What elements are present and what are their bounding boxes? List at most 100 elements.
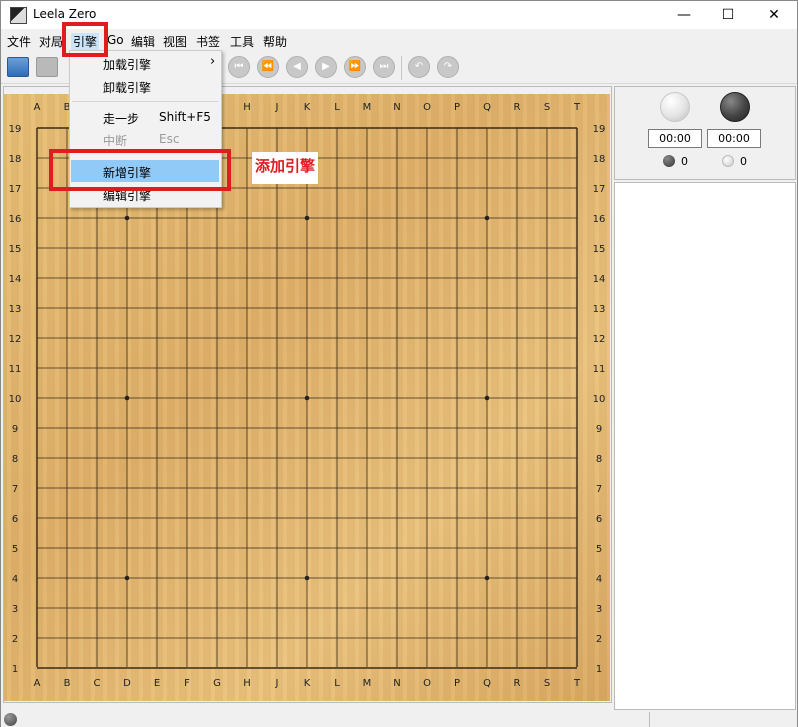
menu-edit[interactable]: 编辑	[131, 33, 155, 50]
row-label: 2	[596, 634, 602, 645]
column-label: T	[573, 678, 581, 689]
black-captures: 0	[681, 155, 688, 168]
star-point	[124, 575, 130, 581]
menu-help[interactable]: 帮助	[263, 33, 287, 50]
menu-item-step[interactable]: 走一步	[103, 110, 139, 127]
column-label: M	[363, 678, 372, 689]
menu-item-step-shortcut: Shift+F5	[159, 110, 211, 124]
menu-bookmarks[interactable]: 书签	[196, 33, 220, 50]
highlight-box-engine-menu	[62, 22, 108, 57]
row-label: 4	[12, 574, 18, 585]
close-button[interactable]: ✕	[751, 1, 797, 29]
row-label: 15	[593, 244, 606, 255]
row-label: 17	[9, 184, 22, 195]
star-point	[124, 215, 130, 221]
menu-separator	[72, 101, 219, 102]
row-label: 13	[9, 304, 22, 315]
row-label: 17	[593, 184, 606, 195]
column-label: H	[243, 678, 251, 689]
row-label: 11	[593, 364, 606, 375]
column-label: T	[573, 102, 581, 113]
row-label: 13	[593, 304, 606, 315]
column-label: A	[34, 678, 41, 689]
undo-icon[interactable]: ↶	[408, 56, 430, 78]
menu-item-load-engine[interactable]: 加载引擎	[103, 56, 151, 73]
first-move-icon[interactable]: ⏮	[228, 56, 250, 78]
column-label: L	[334, 678, 340, 689]
forward-one-icon[interactable]: ▶	[315, 56, 337, 78]
back-one-icon[interactable]: ◀	[286, 56, 308, 78]
row-label: 12	[9, 334, 22, 345]
column-label: G	[213, 678, 221, 689]
row-label: 14	[593, 274, 606, 285]
toolbar-separator	[401, 56, 402, 80]
column-label: L	[334, 102, 340, 113]
last-move-icon[interactable]: ⏭	[373, 56, 395, 78]
star-point	[484, 215, 490, 221]
redo-icon[interactable]: ↷	[437, 56, 459, 78]
star-point	[484, 395, 490, 401]
column-label: A	[34, 102, 41, 113]
star-point	[304, 215, 310, 221]
status-bar	[1, 710, 797, 727]
menu-item-interrupt-shortcut: Esc	[159, 132, 180, 146]
column-label: N	[393, 102, 400, 113]
row-label: 5	[12, 544, 18, 555]
row-label: 3	[12, 604, 18, 615]
row-label: 5	[596, 544, 602, 555]
column-label: R	[514, 678, 521, 689]
column-label: H	[243, 102, 251, 113]
column-label: K	[304, 102, 311, 113]
row-label: 16	[9, 214, 22, 225]
column-label: R	[514, 102, 521, 113]
comment-area[interactable]	[614, 182, 796, 710]
star-point	[304, 575, 310, 581]
row-label: 9	[12, 424, 18, 435]
row-label: 3	[596, 604, 602, 615]
column-label: M	[363, 102, 372, 113]
back-ten-icon[interactable]: ⏪	[257, 56, 279, 78]
star-point	[124, 395, 130, 401]
menu-game[interactable]: 对局	[39, 33, 63, 50]
column-label: P	[454, 678, 460, 689]
row-label: 7	[596, 484, 602, 495]
save-file-icon[interactable]	[36, 57, 58, 77]
row-label: 8	[12, 454, 18, 465]
row-label: 15	[9, 244, 22, 255]
menu-tools[interactable]: 工具	[230, 33, 254, 50]
app-logo-icon	[10, 7, 27, 24]
row-label: 6	[12, 514, 18, 525]
row-label: 18	[9, 154, 22, 165]
row-label: 4	[596, 574, 602, 585]
menu-item-interrupt[interactable]: 中断	[103, 132, 127, 149]
menu-file[interactable]: 文件	[7, 33, 31, 50]
menu-item-unload-engine[interactable]: 卸载引擎	[103, 79, 151, 96]
column-label: Q	[483, 678, 491, 689]
maximize-button[interactable]: ☐	[705, 1, 751, 29]
app-window: Leela Zero — ☐ ✕ 文件 对局 引擎 Go 编辑 视图 书签 工具…	[0, 0, 798, 727]
column-label: N	[393, 678, 400, 689]
row-label: 16	[593, 214, 606, 225]
column-label: B	[64, 678, 71, 689]
row-label: 1	[12, 664, 18, 675]
menu-view[interactable]: 视图	[163, 33, 187, 50]
menu-go[interactable]: Go	[107, 33, 124, 47]
highlight-box-add-engine	[49, 149, 231, 191]
white-player-stone	[660, 92, 690, 122]
column-label: E	[154, 678, 160, 689]
column-label: D	[123, 678, 131, 689]
minimize-button[interactable]: —	[661, 1, 707, 29]
status-divider	[649, 712, 650, 727]
menu-bar: 文件 对局 引擎 Go 编辑 视图 书签 工具 帮助	[1, 30, 797, 50]
title-bar: Leela Zero — ☐ ✕	[1, 1, 797, 29]
status-indicator-icon	[4, 713, 17, 726]
column-label: F	[184, 678, 190, 689]
annotation-label: 添加引擎	[252, 152, 318, 184]
white-clock: 00:00	[648, 129, 702, 148]
column-label: P	[454, 102, 460, 113]
row-label: 9	[596, 424, 602, 435]
open-file-icon[interactable]	[7, 57, 29, 77]
forward-ten-icon[interactable]: ⏩	[344, 56, 366, 78]
row-label: 11	[9, 364, 22, 375]
row-label: 1	[596, 664, 602, 675]
